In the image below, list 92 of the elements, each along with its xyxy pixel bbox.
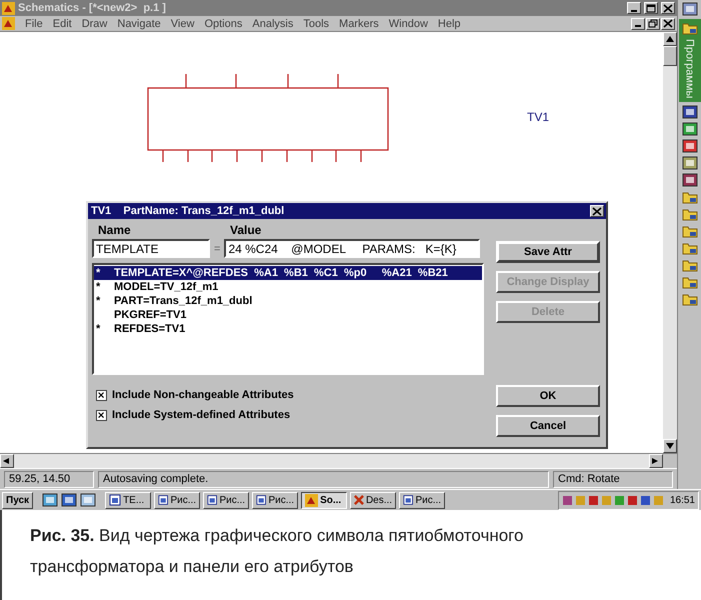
close-button[interactable] xyxy=(661,18,675,30)
maximize-button[interactable] xyxy=(644,2,658,14)
minimize-icon xyxy=(631,10,637,12)
menu-item[interactable]: File xyxy=(25,18,43,30)
close-icon xyxy=(663,19,673,28)
taskbar-button[interactable]: Рис... xyxy=(203,492,250,509)
name-field[interactable]: TEMPLATE xyxy=(92,239,210,258)
window-title: Schematics - [*<new2> p.1 ] xyxy=(18,2,167,14)
tray-icon[interactable] xyxy=(588,494,599,506)
close-icon xyxy=(592,206,602,216)
app-icon[interactable] xyxy=(61,493,78,508)
menu-item[interactable]: Analysis xyxy=(252,18,294,30)
taskbar-button[interactable]: Рис... xyxy=(154,492,200,509)
minimize-button[interactable] xyxy=(631,18,645,30)
list-item[interactable]: * TEMPLATE=X^@REFDES %A1 %B1 %C1 %p0 %A21 %B21 xyxy=(94,266,482,280)
menu-item[interactable]: Navigate xyxy=(117,18,161,30)
start-button[interactable]: Пуск xyxy=(2,492,34,509)
clock: 16:51 xyxy=(670,494,695,506)
menu-item[interactable]: Help xyxy=(438,18,461,30)
menu-item[interactable]: Tools xyxy=(303,18,330,30)
folder-icon[interactable] xyxy=(682,207,698,222)
folder-icon[interactable] xyxy=(682,190,698,204)
scroll-up-button[interactable] xyxy=(663,32,677,46)
app-icon[interactable] xyxy=(42,493,58,508)
part-label: TV1 xyxy=(527,110,550,124)
app-icon[interactable] xyxy=(80,493,96,508)
arrow-icon xyxy=(652,458,660,464)
app-icon[interactable] xyxy=(682,105,698,120)
menu-item[interactable]: View xyxy=(170,18,194,30)
menu-item[interactable]: Window xyxy=(388,18,428,30)
checkbox[interactable] xyxy=(96,410,107,420)
checkbox-label: Include System-defined Attributes xyxy=(112,409,290,421)
close-icon xyxy=(663,4,673,12)
app-icon[interactable] xyxy=(682,156,698,170)
status-message: Autosaving complete. xyxy=(98,470,549,488)
restore-icon xyxy=(648,19,658,28)
folder-icon[interactable] xyxy=(682,275,698,290)
menu-item[interactable]: Markers xyxy=(339,18,379,30)
dialog-button[interactable]: Save Attr xyxy=(496,241,600,263)
scroll-thumb[interactable] xyxy=(663,46,677,66)
cross-icon xyxy=(354,494,364,506)
folder-icon[interactable] xyxy=(682,241,698,256)
figure-caption: Рис. 35. Вид чертежа графического символа пятиобмоточного трансформатора и панели его атрибутов xyxy=(0,510,620,600)
minimize-button[interactable] xyxy=(627,2,641,14)
taskbar-button[interactable]: Des... xyxy=(350,492,396,509)
restore-button[interactable] xyxy=(646,18,660,30)
menu-item[interactable]: Draw xyxy=(82,18,108,30)
ok-button[interactable]: OK xyxy=(496,385,600,407)
close-button[interactable] xyxy=(590,205,604,217)
list-item[interactable]: * REFDES=TV1 xyxy=(94,322,482,336)
app-icon[interactable] xyxy=(682,122,698,136)
menu-item[interactable]: Options xyxy=(204,18,242,30)
checkbox[interactable] xyxy=(96,390,107,400)
app-icon xyxy=(2,2,15,14)
close-button[interactable] xyxy=(661,2,675,14)
value-field[interactable]: 24 %C24 @MODEL PARAMS: K={K} xyxy=(224,239,480,258)
list-item[interactable]: * PART=Trans_12f_m1_dubl xyxy=(94,294,482,308)
app-icon[interactable] xyxy=(682,173,698,188)
tray-icon[interactable] xyxy=(562,494,573,506)
scroll-right-button[interactable] xyxy=(649,454,663,468)
field-label: Value xyxy=(230,223,262,237)
folder-icon[interactable] xyxy=(682,21,698,35)
menu-item[interactable]: Edit xyxy=(52,18,72,30)
taskbar-button[interactable]: Рис... xyxy=(252,492,298,509)
minimize-icon xyxy=(635,25,641,27)
cancel-button[interactable]: Cancel xyxy=(496,415,600,437)
equals-sign: = xyxy=(214,242,220,254)
scroll-down-button[interactable] xyxy=(663,439,677,454)
command-readout: Cmd: Rotate xyxy=(553,470,673,488)
list-item[interactable]: * MODEL=TV_12f_m1 xyxy=(94,280,482,294)
taskbar-button[interactable]: Рис... xyxy=(399,492,446,509)
panel-title: Программы xyxy=(684,39,696,98)
coordinates-readout: 59.25, 14.50 xyxy=(4,470,94,488)
folder-icon[interactable] xyxy=(682,224,698,238)
maximize-icon xyxy=(646,4,656,12)
list-item[interactable]: PKGREF=TV1 xyxy=(94,308,482,322)
folder-icon[interactable] xyxy=(682,258,698,272)
arrow-icon xyxy=(3,458,11,464)
scroll-left-button[interactable] xyxy=(0,454,14,468)
app-icon[interactable] xyxy=(682,139,698,154)
app-icon xyxy=(305,494,318,507)
checkbox-label: Include Non-changeable Attributes xyxy=(112,389,294,401)
app-icon[interactable] xyxy=(682,2,698,16)
dialog-title: TV1 PartName: Trans_12f_m1_dubl xyxy=(91,205,286,217)
tray-icon[interactable] xyxy=(640,494,651,506)
taskbar-button[interactable]: TE... xyxy=(105,492,152,509)
arrow-icon xyxy=(666,36,674,42)
field-label: Name xyxy=(97,223,132,237)
tray-icon[interactable] xyxy=(626,494,638,506)
arrow-icon xyxy=(666,443,674,450)
folder-icon[interactable] xyxy=(682,292,698,306)
taskbar-button[interactable]: So... xyxy=(301,492,348,509)
